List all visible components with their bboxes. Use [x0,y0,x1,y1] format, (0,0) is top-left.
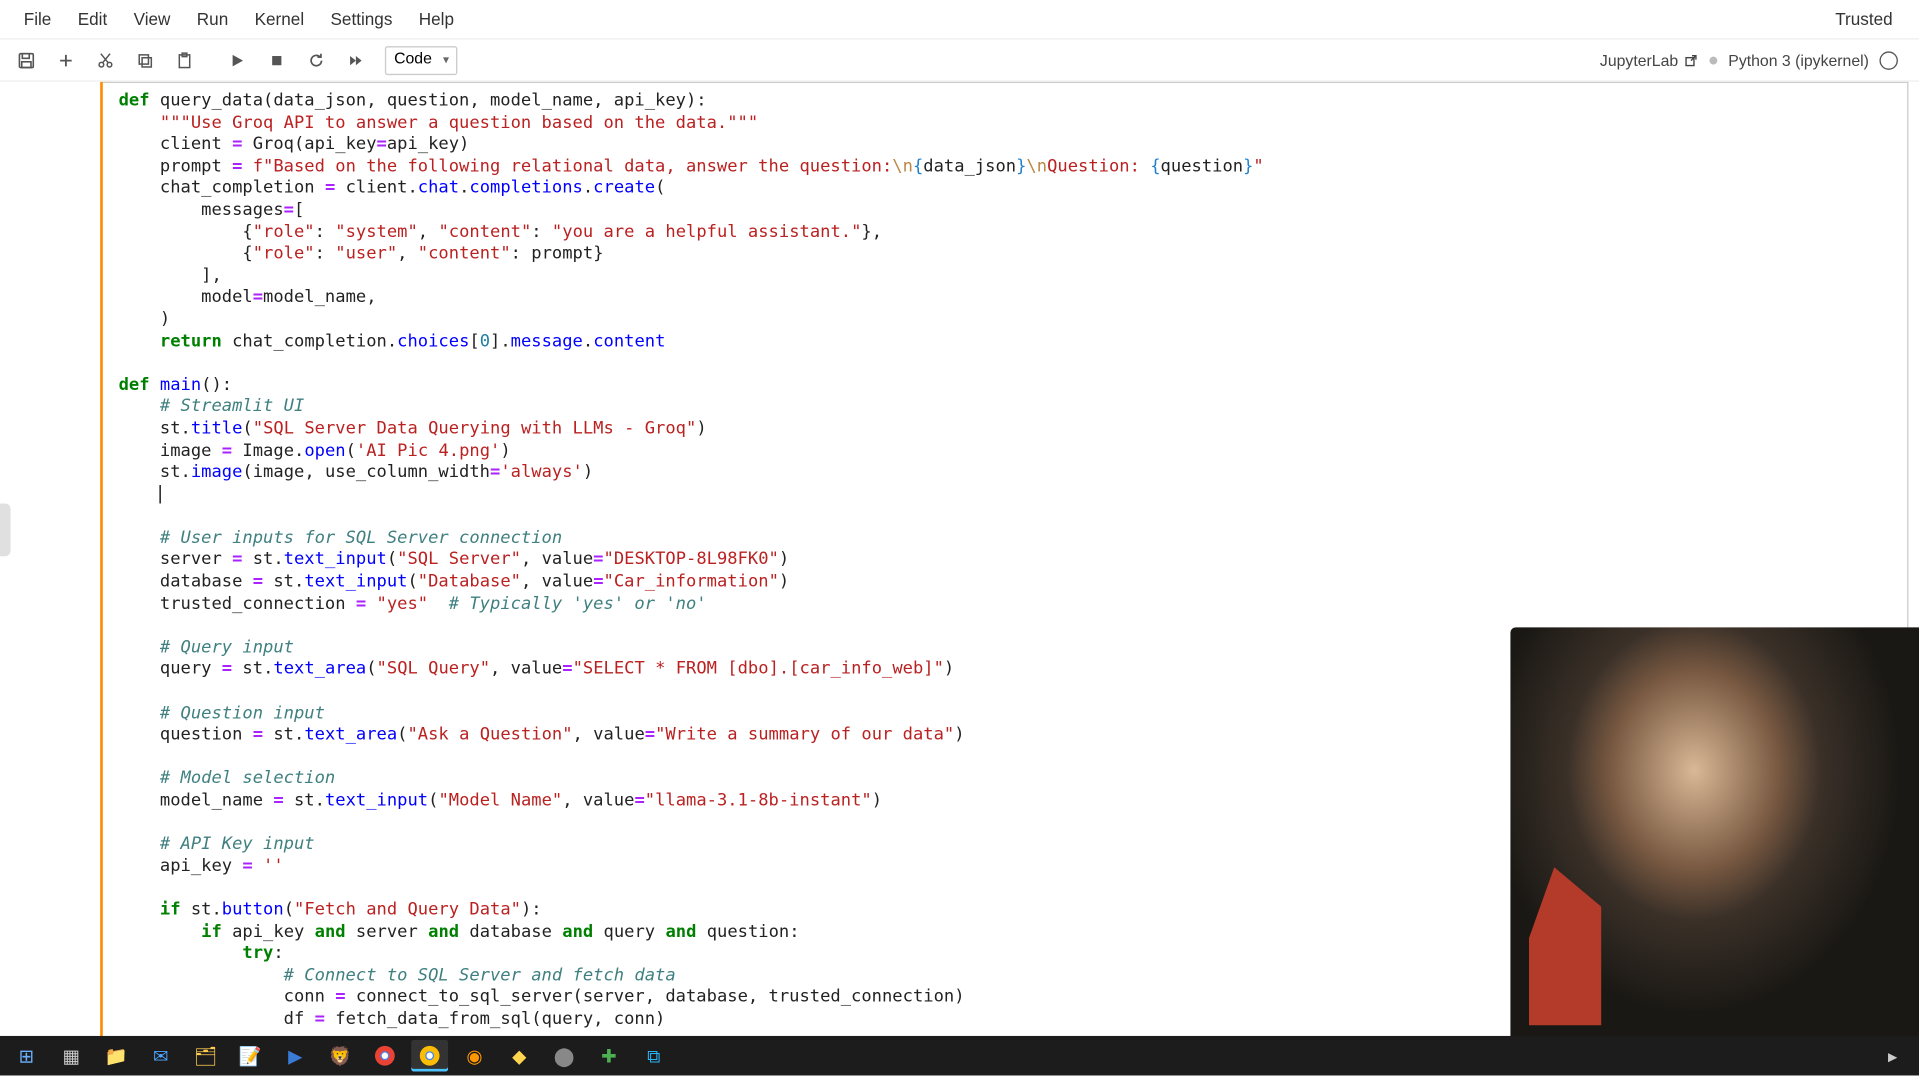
taskbar-notes[interactable]: 📝 [232,1040,269,1072]
taskbar-file-explorer[interactable]: 📁 [98,1040,135,1072]
taskbar-obs[interactable]: ⬤ [546,1040,583,1072]
fast-forward-icon[interactable] [337,44,374,76]
taskbar-chrome-2[interactable] [411,1040,448,1072]
taskbar: ⊞ ▦ 📁 ✉ 🗂 📝 ▶ 🦁 ◉ ◆ ⬤ ✚ ⧉ ▸ [0,1036,1919,1076]
taskbar-folder[interactable]: 🗂 [187,1040,224,1072]
menu-view[interactable]: View [120,4,183,34]
external-link-icon [1683,52,1699,68]
toolbar: Code JupyterLab Python 3 (ipykernel) [0,40,1919,82]
jupyterlab-label: JupyterLab [1600,51,1678,69]
taskbar-app-orange[interactable]: ◉ [456,1040,493,1072]
restart-icon[interactable] [298,44,335,76]
taskbar-media[interactable]: ▶ [277,1040,314,1072]
menu-edit[interactable]: Edit [65,4,121,34]
trusted-indicator: Trusted [1835,9,1908,29]
taskbar-vscode[interactable]: ⧉ [635,1040,672,1072]
cell-type-value[interactable]: Code [385,45,457,74]
webcam-overlay [1510,627,1919,1036]
open-jupyterlab[interactable]: JupyterLab [1600,51,1699,69]
menubar: File Edit View Run Kernel Settings Help … [0,0,1919,40]
text-cursor [160,485,161,503]
stop-icon[interactable] [258,44,295,76]
kernel-activity-dot [1710,56,1718,64]
taskbar-chrome-1[interactable] [366,1040,403,1072]
menu-help[interactable]: Help [406,4,468,34]
taskbar-app-green[interactable]: ✚ [590,1040,627,1072]
save-icon[interactable] [8,44,45,76]
menu-file[interactable]: File [11,4,65,34]
taskbar-tray[interactable]: ▸ [1874,1040,1911,1072]
taskbar-mail[interactable]: ✉ [142,1040,179,1072]
menu-settings[interactable]: Settings [317,4,405,34]
taskbar-app-yellow[interactable]: ◆ [501,1040,538,1072]
cut-icon[interactable] [87,44,124,76]
paste-icon[interactable] [166,44,203,76]
taskbar-app-1[interactable]: ⊞ [8,1040,45,1072]
add-cell-icon[interactable] [47,44,84,76]
copy-icon[interactable] [127,44,164,76]
taskbar-app-2[interactable]: ▦ [53,1040,90,1072]
menu-run[interactable]: Run [184,4,242,34]
menu-kernel[interactable]: Kernel [241,4,317,34]
cell-type-select[interactable]: Code [377,45,457,74]
kernel-status-icon[interactable] [1879,51,1897,69]
taskbar-brave[interactable]: 🦁 [322,1040,359,1072]
run-icon[interactable] [219,44,256,76]
kernel-name[interactable]: Python 3 (ipykernel) [1728,51,1869,69]
sidebar-handle[interactable] [0,503,11,556]
